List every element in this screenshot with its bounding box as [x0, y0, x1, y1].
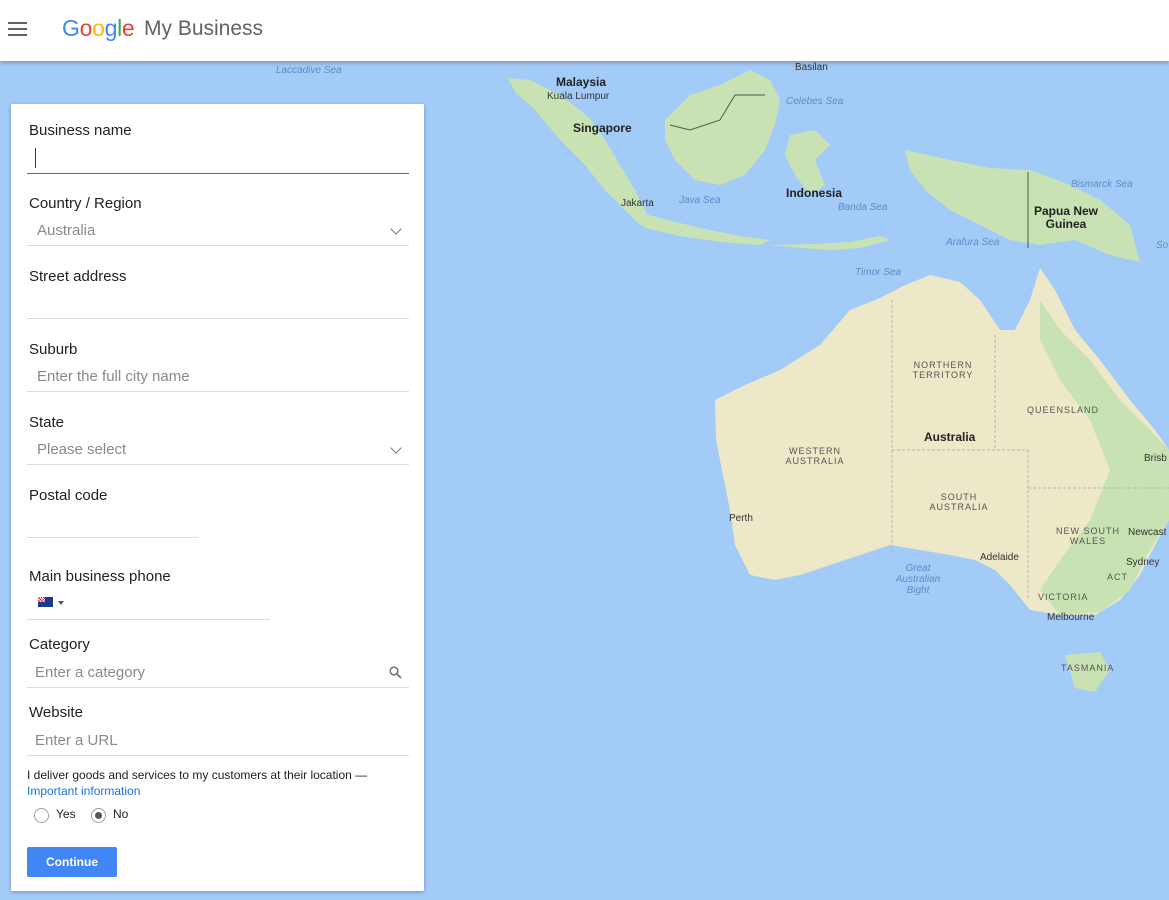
category-label: Category: [29, 636, 90, 653]
radio-yes-label[interactable]: Yes: [56, 807, 76, 821]
map-label-wa: WESTERN AUSTRALIA: [785, 446, 845, 466]
country-underline: [27, 245, 409, 246]
website-underline: [27, 755, 409, 756]
suburb-label: Suburb: [29, 341, 78, 358]
map-label-bismarck: Bismarck Sea: [1071, 179, 1133, 190]
map-label-newcastle: Newcast: [1128, 527, 1167, 538]
street-input[interactable]: [27, 318, 409, 319]
map-label-sa: SOUTH AUSTRALIA: [929, 492, 989, 512]
radio-no[interactable]: [91, 808, 106, 823]
map-label-nsw: NEW SOUTH WALES: [1056, 526, 1120, 546]
business-name-label: Business name: [29, 122, 132, 139]
map-label-kuala-lumpur: Kuala Lumpur: [547, 91, 610, 102]
map-label-adelaide: Adelaide: [980, 552, 1019, 563]
map-label-nt: NORTHERN TERRITORY: [912, 360, 974, 380]
map-label-vic: VICTORIA: [1038, 592, 1089, 602]
chevron-down-icon[interactable]: [390, 223, 402, 235]
map-label-so: So: [1156, 240, 1169, 251]
state-select[interactable]: Please select: [37, 441, 126, 458]
map-label-sydney: Sydney: [1126, 557, 1160, 568]
important-info-link[interactable]: Important information: [27, 784, 140, 798]
postal-label: Postal code: [29, 487, 108, 504]
map-label-melbourne: Melbourne: [1047, 612, 1095, 623]
google-logo: Google: [62, 15, 135, 42]
map-label-png: Papua New Guinea: [1033, 204, 1099, 231]
state-underline: [27, 464, 409, 465]
logo-letter: g: [104, 15, 118, 41]
chevron-down-icon[interactable]: [390, 442, 402, 454]
logo-letter: e: [121, 15, 135, 41]
website-label: Website: [29, 704, 83, 721]
logo-letter: G: [62, 15, 80, 41]
delivery-note: I deliver goods and services to my custo…: [27, 767, 412, 799]
radio-selected-dot: [95, 812, 102, 819]
radio-no-label[interactable]: No: [113, 807, 128, 821]
search-icon[interactable]: [389, 666, 402, 679]
website-input[interactable]: Enter a URL: [35, 732, 118, 749]
phone-input[interactable]: [27, 619, 270, 620]
map-label-celebes: Celebes Sea: [786, 96, 844, 107]
continue-button[interactable]: Continue: [27, 847, 117, 877]
category-input[interactable]: Enter a category: [35, 664, 145, 681]
business-form-card: Business name Country / Region Australia…: [11, 104, 424, 891]
map-label-singapore: Singapore: [573, 121, 632, 135]
map-label-brisbane: Brisb: [1144, 453, 1167, 464]
map-label-basilan: Basilan: [795, 62, 828, 73]
app-header: Google My Business: [0, 0, 1169, 61]
map-label-timor: Timor Sea: [855, 267, 902, 278]
postal-input[interactable]: [27, 537, 198, 538]
map-label-banda-sea: Banda Sea: [838, 202, 888, 213]
logo-letter: o: [79, 15, 93, 41]
map-label-tas: TASMANIA: [1061, 663, 1115, 673]
australia-flag-icon[interactable]: [38, 597, 53, 607]
map-label-perth: Perth: [729, 513, 753, 524]
business-name-input[interactable]: [27, 173, 409, 174]
map-label-java-sea: Java Sea: [679, 195, 721, 206]
suburb-input[interactable]: Enter the full city name: [37, 368, 190, 385]
map-label-jakarta: Jakarta: [621, 198, 654, 209]
hamburger-menu-icon[interactable]: [8, 22, 27, 36]
radio-yes[interactable]: [34, 808, 49, 823]
map-label-australia: Australia: [924, 430, 976, 444]
map-label-malaysia: Malaysia: [556, 75, 607, 89]
country-select[interactable]: Australia: [37, 222, 95, 239]
delivery-text: I deliver goods and services to my custo…: [27, 768, 368, 782]
country-label: Country / Region: [29, 195, 142, 212]
logo-letter: o: [92, 15, 105, 41]
state-label: State: [29, 414, 65, 431]
map-label-indonesia: Indonesia: [786, 186, 843, 200]
map-label-act: ACT: [1107, 572, 1128, 582]
category-underline: [27, 687, 409, 688]
map-label-laccadive: Laccadive Sea: [276, 65, 342, 76]
text-cursor: [35, 148, 36, 168]
app-name: My Business: [144, 17, 264, 40]
map-label-qld: QUEENSLAND: [1027, 405, 1100, 415]
map-label-arafura: Arafura Sea: [946, 237, 1000, 248]
street-label: Street address: [29, 268, 127, 285]
suburb-underline: [27, 391, 409, 392]
phone-label: Main business phone: [29, 568, 171, 585]
map-label-bight: Great Australian Bight: [895, 563, 941, 596]
caret-down-icon[interactable]: [58, 601, 64, 605]
